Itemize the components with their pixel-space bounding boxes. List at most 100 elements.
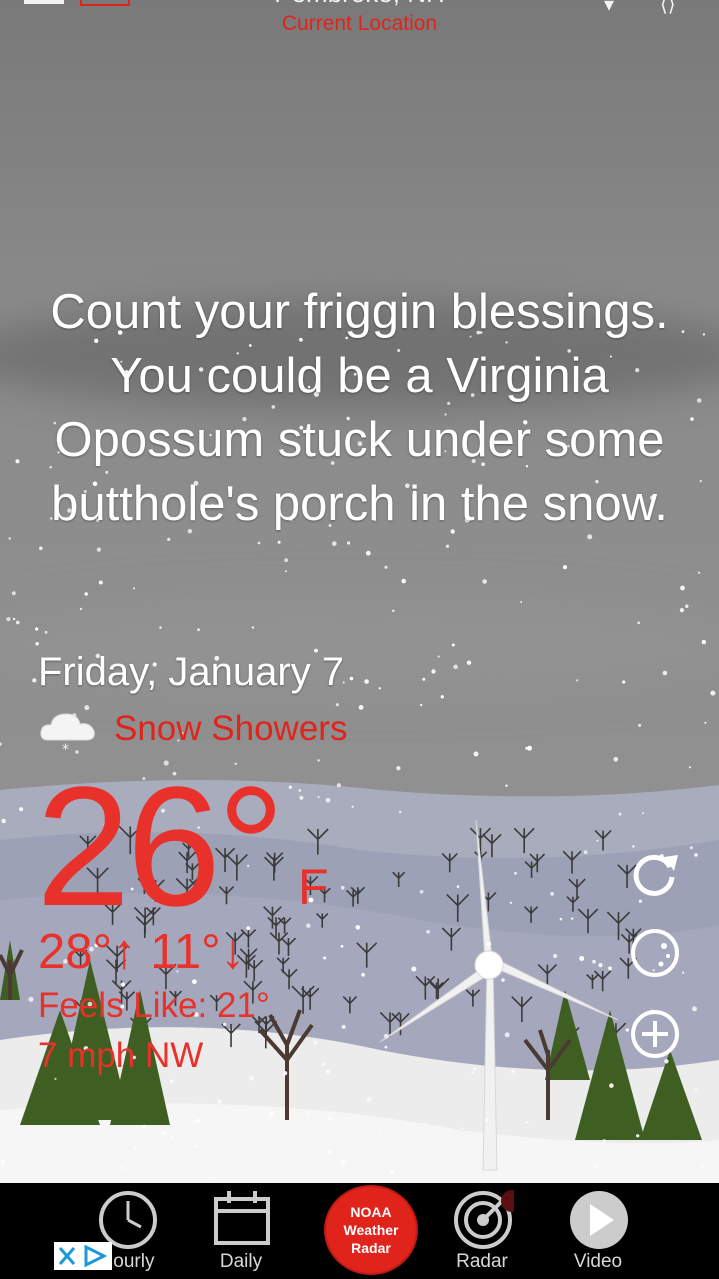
add-icon[interactable] <box>628 1007 682 1061</box>
snowflake <box>689 846 693 850</box>
snowflake <box>251 626 254 629</box>
snowflake <box>284 570 287 573</box>
refresh-icon[interactable] <box>628 845 682 899</box>
tab-video[interactable]: Video <box>543 1183 653 1279</box>
snowflake <box>511 1069 515 1073</box>
snowflake <box>341 1159 347 1165</box>
snowflake <box>15 620 20 625</box>
snowflake <box>15 459 20 464</box>
snowflake <box>159 626 162 629</box>
snowflake <box>249 1076 254 1081</box>
snowflake <box>323 956 327 960</box>
snowflake <box>366 1096 372 1102</box>
feels-like: Feels Like: 21° <box>38 986 270 1025</box>
snowflake <box>437 655 440 658</box>
snowflake <box>12 617 16 621</box>
tab-label: Radar <box>456 1251 508 1272</box>
snowflake <box>559 917 563 921</box>
snowflake <box>613 757 619 762</box>
temperature-unit[interactable]: F <box>298 858 329 916</box>
snowflake <box>688 766 692 769</box>
snowflake <box>398 810 402 814</box>
snowflake <box>637 621 641 625</box>
snowflake <box>217 1099 222 1104</box>
share-icon[interactable]: ⟨⟩ <box>660 0 676 17</box>
snowflake <box>471 1071 475 1075</box>
snowflake <box>505 784 508 787</box>
snowflake <box>692 1006 697 1012</box>
noaa-line3: Radar <box>351 1240 391 1256</box>
snowflake <box>378 687 381 690</box>
snowflake <box>257 541 261 545</box>
snowflake <box>571 917 574 920</box>
snowflake <box>680 585 685 591</box>
snowflake <box>84 592 88 596</box>
snowflake <box>277 540 281 544</box>
snowflake <box>11 591 16 596</box>
snowflake <box>602 1139 606 1143</box>
snowflake <box>328 1116 333 1122</box>
ad-choices-badge[interactable] <box>54 1242 112 1270</box>
snowflake <box>592 959 596 964</box>
snowflake <box>32 678 37 683</box>
snowflake <box>419 890 424 894</box>
snowflake <box>1 818 6 824</box>
snowflake <box>317 759 320 762</box>
snowflake <box>466 660 472 665</box>
snowflake <box>44 630 48 634</box>
snowflake <box>299 795 304 800</box>
moon-phase-icon[interactable] <box>628 926 682 980</box>
snowflake <box>313 1041 318 1045</box>
snowflake <box>473 751 479 757</box>
snowflake <box>365 550 371 556</box>
snowflake <box>485 1118 489 1122</box>
snowflake <box>710 690 716 696</box>
snowflake <box>392 609 395 612</box>
snowflake <box>332 541 337 546</box>
snowflake <box>0 742 2 746</box>
snowflake <box>596 839 599 842</box>
snow-cloud-icon: * <box>40 713 95 756</box>
snowflake <box>192 979 197 985</box>
snowflake <box>351 805 354 808</box>
snowflake <box>553 953 558 959</box>
snowflake <box>384 565 388 569</box>
snowflake <box>451 643 455 647</box>
snowflake <box>383 1033 389 1039</box>
snowflake <box>336 783 341 788</box>
snowflake <box>282 1071 288 1076</box>
snowflake <box>341 1025 346 1029</box>
snowflake <box>196 1118 201 1123</box>
snowflake <box>482 579 487 584</box>
snowflake <box>389 1169 394 1174</box>
snowflake <box>190 1142 193 1144</box>
snowflake <box>167 537 171 542</box>
snowflake <box>197 628 200 632</box>
snowflake <box>638 899 643 903</box>
snowflake <box>598 963 603 968</box>
forecast-date: Friday, January 7 <box>38 650 345 694</box>
snowflake <box>269 1111 274 1117</box>
snowflake <box>679 608 685 613</box>
snowflake <box>579 956 585 961</box>
noaa-radar-button[interactable]: NOAA Weather Radar <box>324 1185 418 1275</box>
snowflake <box>682 971 685 974</box>
calendar-icon <box>214 1191 270 1245</box>
tab-daily[interactable]: Daily <box>186 1183 296 1279</box>
snowflake <box>79 607 83 611</box>
ad-close-icon[interactable] <box>54 1242 112 1270</box>
snowflake <box>440 695 444 699</box>
snowflake <box>636 1134 640 1138</box>
snowflake <box>358 705 364 710</box>
snowflake <box>210 1177 213 1180</box>
snowflake <box>696 398 702 403</box>
snowflake <box>133 587 135 590</box>
noaa-line2: Weather <box>343 1222 399 1238</box>
noaa-label: NOAA Weather Radar <box>326 1203 416 1257</box>
snowflake <box>699 479 702 483</box>
snowflake <box>641 812 645 815</box>
weather-quote: Count your friggin blessings. You could … <box>50 285 669 531</box>
tab-radar[interactable]: Radar <box>427 1183 537 1279</box>
snowflake <box>550 892 554 896</box>
location-arrow-icon[interactable]: ▾ <box>604 0 614 17</box>
